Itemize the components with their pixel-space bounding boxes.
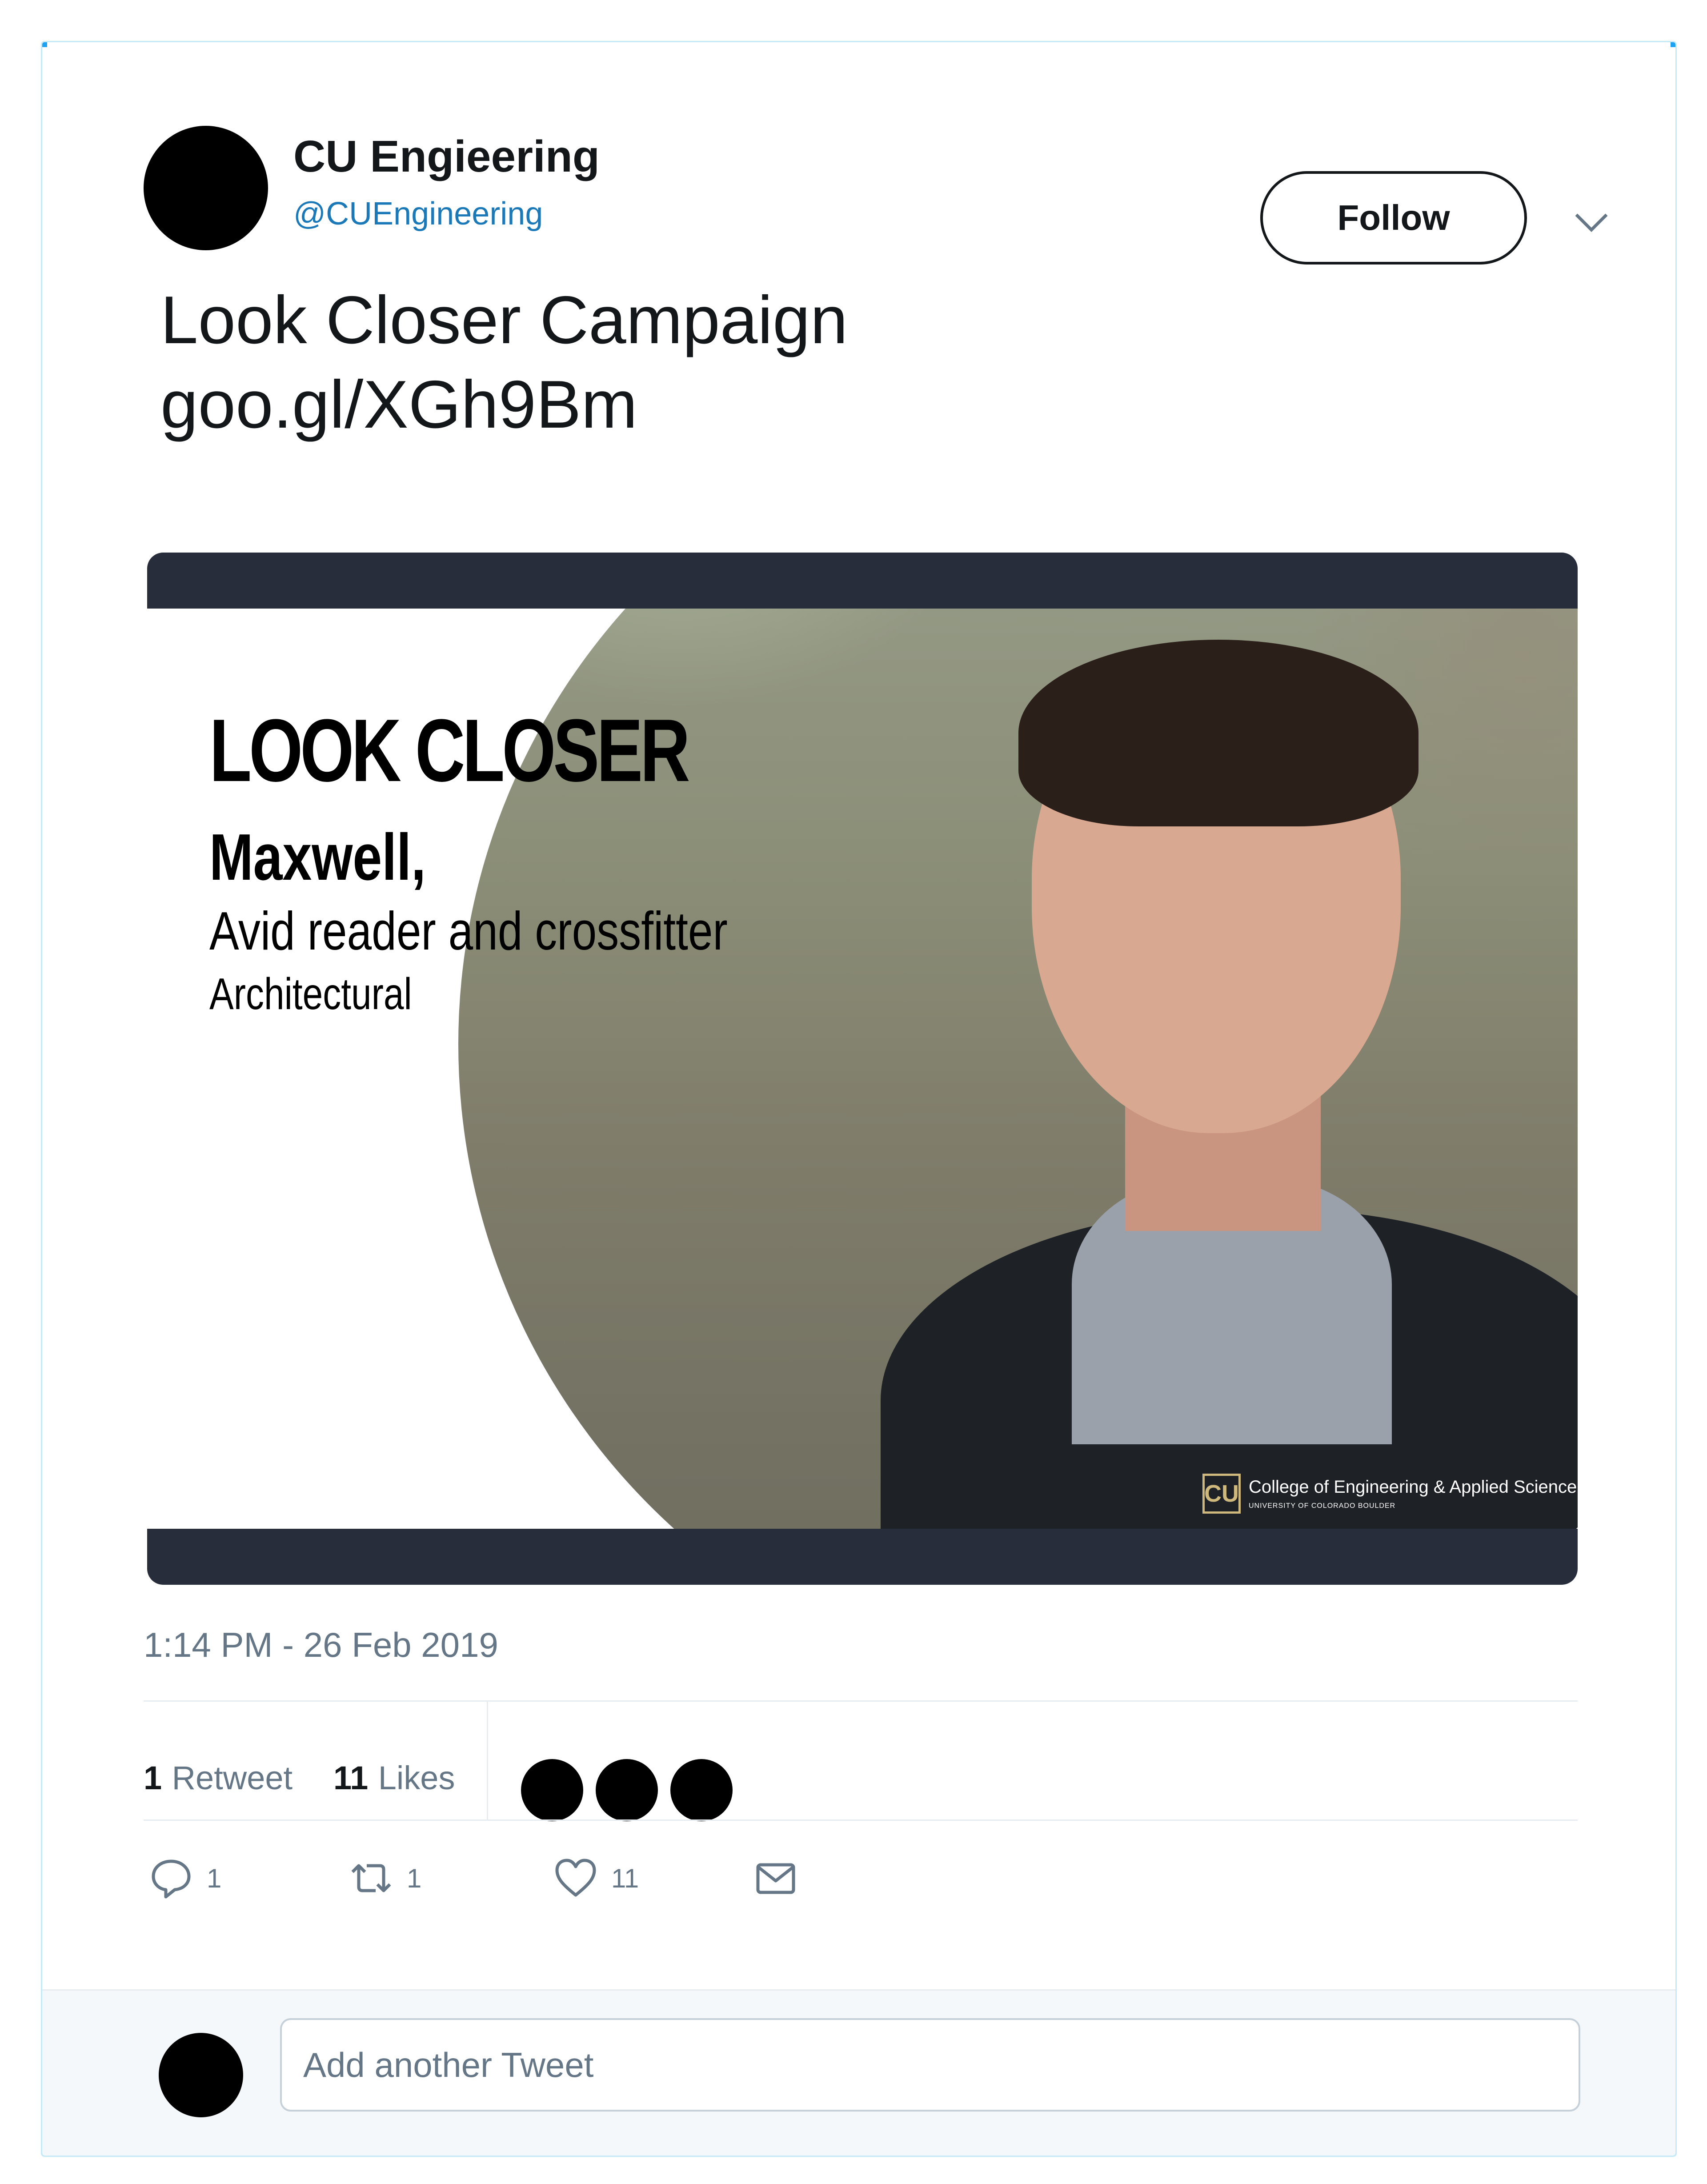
reply-icon	[152, 1859, 191, 1899]
likes-stat[interactable]: 11 Likes	[333, 1759, 455, 1797]
likes-stat-label: Likes	[378, 1759, 455, 1796]
retweet-stat[interactable]: 1 Retweet	[144, 1759, 293, 1797]
liker-avatar[interactable]	[670, 1759, 733, 1821]
retweet-button[interactable]: 1	[349, 1856, 421, 1900]
liker-avatar[interactable]	[521, 1759, 583, 1821]
envelope-icon	[756, 1863, 795, 1894]
photo-hair	[1018, 640, 1418, 826]
tweet-media[interactable]: LOOK CLOSER Maxwell, Avid reader and cro…	[147, 553, 1578, 1585]
liker-avatar[interactable]	[596, 1759, 658, 1821]
retweet-stat-label: Retweet	[172, 1759, 293, 1796]
chevron-down-icon[interactable]	[1574, 211, 1609, 233]
retweet-count: 1	[407, 1863, 422, 1893]
tweet-card: CU Engieering @CUEngineering Follow Look…	[41, 41, 1677, 2157]
heart-icon	[555, 1859, 596, 1897]
divider	[144, 1819, 1578, 1821]
follow-button[interactable]: Follow	[1260, 171, 1527, 264]
media-org-subtitle: UNIVERSITY OF COLORADO BOULDER	[1249, 1502, 1396, 1510]
divider	[487, 1700, 488, 1820]
media-image: LOOK CLOSER Maxwell, Avid reader and cro…	[147, 609, 1578, 1529]
tweet-link[interactable]: goo.gl/XGh9Bm	[160, 362, 637, 447]
author-handle[interactable]: @CUEngineering	[293, 196, 543, 232]
media-person-description: Avid reader and crossfitter	[209, 901, 728, 961]
corner-mark	[1671, 42, 1675, 47]
author-avatar[interactable]	[144, 126, 268, 250]
media-person-name: Maxwell,	[209, 821, 426, 894]
divider	[144, 1700, 1578, 1702]
like-count: 11	[611, 1863, 639, 1893]
media-org-name: College of Engineering & Applied Science	[1249, 1477, 1577, 1497]
reply-input[interactable]: Add another Tweet	[280, 2018, 1580, 2112]
reply-button[interactable]: 1	[149, 1856, 221, 1900]
retweet-icon	[351, 1864, 391, 1892]
tweet-text-line: Look Closer Campaign	[160, 282, 848, 358]
viewer-avatar	[159, 2033, 243, 2117]
likes-stat-count: 11	[333, 1759, 369, 1796]
direct-message-button[interactable]	[753, 1856, 798, 1900]
media-person-major: Architectural	[209, 969, 412, 1019]
cu-logo-icon: CU	[1202, 1474, 1241, 1514]
tweet-timestamp[interactable]: 1:14 PM - 26 Feb 2019	[144, 1625, 498, 1665]
reply-count: 1	[207, 1863, 222, 1893]
media-headline: LOOK CLOSER	[209, 701, 690, 800]
corner-mark	[42, 42, 47, 47]
like-button[interactable]: 11	[553, 1856, 639, 1900]
author-name[interactable]: CU Engieering	[293, 131, 600, 182]
retweet-stat-count: 1	[144, 1759, 162, 1796]
